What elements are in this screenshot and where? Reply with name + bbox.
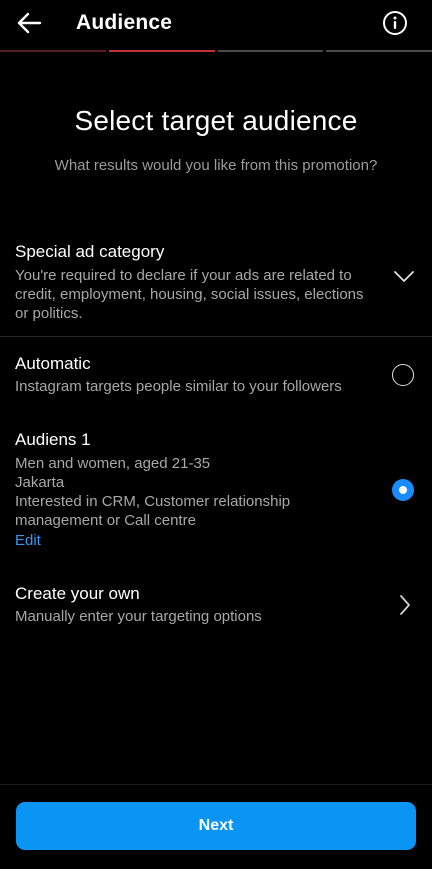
option-texts: Automatic Instagram targets people simil… (15, 352, 375, 396)
page-title: Audience (76, 11, 173, 34)
audience-screen: Audience Select target audience What res… (0, 0, 432, 869)
section-subheading: What results would you like from this pr… (54, 157, 378, 174)
progress-step (326, 50, 432, 52)
special-ad-category-texts: Special ad category You're required to d… (15, 240, 375, 323)
option-texts: Audiens 1 Men and women, aged 21-35 Jaka… (15, 428, 375, 551)
chevron-right-icon (400, 595, 410, 615)
special-ad-category-row[interactable]: Special ad category You're required to d… (0, 236, 432, 336)
step-progress (0, 50, 432, 52)
special-ad-category-description: You're required to declare if your ads a… (15, 267, 364, 322)
option-description: Manually enter your targeting options (15, 608, 262, 625)
audience-option-automatic[interactable]: Automatic Instagram targets people simil… (0, 352, 432, 402)
option-description-line: Men and women, aged 21-35 (15, 455, 211, 472)
option-description-line: Jakarta (15, 474, 65, 491)
top-bar: Audience (0, 0, 432, 46)
progress-step (0, 50, 106, 52)
info-button[interactable] (381, 9, 409, 37)
option-description-line: Interested in CRM, Customer relationship… (15, 493, 291, 529)
audience-option-create-your-own[interactable]: Create your own Manually enter your targ… (0, 582, 432, 632)
edit-link[interactable]: Edit (15, 531, 41, 551)
next-button[interactable]: Next (16, 802, 416, 850)
audience-option-audiens-1[interactable]: Audiens 1 Men and women, aged 21-35 Jaka… (0, 428, 432, 556)
back-button[interactable] (12, 8, 46, 38)
option-texts: Create your own Manually enter your targ… (15, 582, 375, 626)
section-heading: Select target audience (74, 105, 358, 136)
progress-step (108, 50, 215, 52)
option-title: Automatic (15, 354, 91, 373)
info-icon (383, 11, 407, 35)
divider (0, 336, 432, 337)
radio-automatic[interactable] (392, 364, 414, 386)
footer-divider (0, 784, 432, 785)
chevron-down-icon (394, 271, 414, 282)
radio-audiens-1[interactable] (392, 479, 414, 501)
special-ad-category-title: Special ad category (15, 242, 165, 261)
option-title: Create your own (15, 584, 140, 603)
option-description: Instagram targets people similar to your… (15, 378, 342, 395)
arrow-left-icon (17, 12, 42, 34)
option-title: Audiens 1 (15, 430, 91, 449)
progress-step (217, 50, 324, 52)
